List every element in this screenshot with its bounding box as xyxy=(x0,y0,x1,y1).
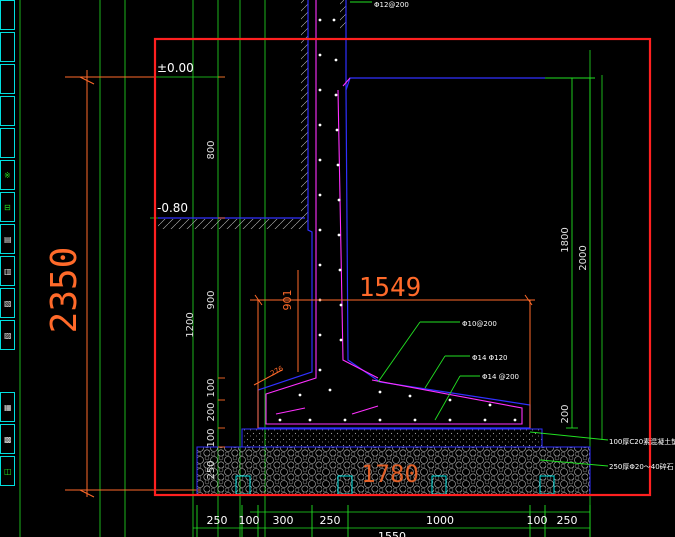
dim-base-250: 250 xyxy=(206,460,217,479)
bottom-dim-1: 250 xyxy=(207,514,228,527)
rebar-slab-top: Φ10@200 xyxy=(462,320,497,328)
dim-800: 800 xyxy=(206,140,217,159)
concrete-pad xyxy=(241,428,543,448)
bottom-dim-7: 250 xyxy=(557,514,578,527)
elevation-top: ±0.00 xyxy=(157,61,194,75)
layer-concrete-pad: 100厚C20素混凝土垫层 xyxy=(609,437,675,446)
dim-1200: 1200 xyxy=(185,312,196,337)
dim-276: 276 xyxy=(269,364,285,378)
bottom-total: 1550 xyxy=(378,530,406,537)
rebar-slab-low: Φ14 @200 xyxy=(482,373,519,381)
wall-face-hatch xyxy=(301,0,308,225)
dim-200-right: 200 xyxy=(560,404,571,423)
bottom-dim-6: 100 xyxy=(527,514,548,527)
selection-box[interactable] xyxy=(153,37,652,497)
bottom-dim-2: 100 xyxy=(239,514,260,527)
dim-heel-200: 200 xyxy=(206,402,217,421)
total-height-dimension xyxy=(65,70,200,498)
overlay-value: 1780 xyxy=(361,460,419,488)
dim-1800: 1800 xyxy=(560,227,571,252)
dim-base-100: 100 xyxy=(206,428,217,447)
elevation-ground: -0.80 xyxy=(157,201,188,215)
ground xyxy=(158,217,305,229)
dim-901: 901 xyxy=(281,290,294,311)
layer-gravel: 250厚Φ20～40碎石 xyxy=(609,462,674,471)
stem-top-hatch xyxy=(340,0,346,30)
rebar-slab-mid: Φ14 Φ120 xyxy=(472,354,508,362)
dim-heel-100: 100 xyxy=(206,378,217,397)
thickness-label: 1549 xyxy=(359,273,422,303)
bottom-dim-4: 250 xyxy=(320,514,341,527)
rebar-stem-top: Φ12@200 xyxy=(374,1,409,9)
left-ticks xyxy=(218,76,225,448)
dim-900: 900 xyxy=(206,290,217,309)
bottom-dim-5: 1000 xyxy=(426,514,454,527)
bottom-dim-3: 300 xyxy=(273,514,294,527)
dim-2000: 2000 xyxy=(578,245,589,270)
cad-drawing: 2350 1549 1780 ±0.00 -0.80 800 900 1200 … xyxy=(19,0,675,537)
total-height-label: 2350 xyxy=(44,247,85,334)
